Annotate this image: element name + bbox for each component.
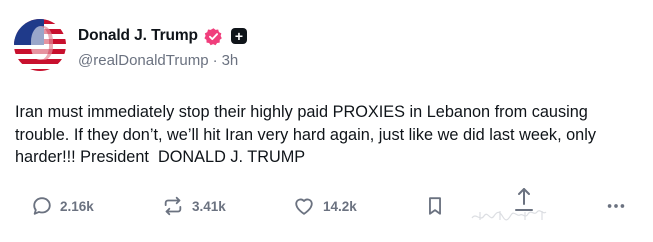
repost-count: 3.41k	[192, 198, 226, 214]
avatar[interactable]	[14, 19, 66, 71]
watermark-scribble	[471, 210, 547, 221]
more-options-button[interactable]	[604, 192, 628, 220]
plus-badge-icon: +	[230, 28, 247, 44]
author-display-name[interactable]: Donald J. Trump	[78, 27, 198, 45]
reply-icon	[33, 197, 51, 215]
author-handle[interactable]: @realDonaldTrump	[78, 52, 209, 69]
author-meta-row: @realDonaldTrump · 3h	[78, 52, 238, 69]
like-button[interactable]: 14.2k	[292, 192, 357, 220]
post-timestamp[interactable]: 3h	[222, 52, 239, 69]
reply-count: 2.16k	[60, 198, 94, 214]
post-card: Donald J. Trump + @realDonaldTrump · 3h …	[0, 0, 653, 242]
reply-button[interactable]: 2.16k	[31, 192, 94, 220]
like-count: 14.2k	[323, 198, 357, 214]
like-icon	[295, 198, 313, 215]
avatar-face	[31, 26, 53, 60]
meta-separator: ·	[212, 52, 218, 69]
verified-badge-icon	[204, 27, 222, 45]
bookmark-button[interactable]	[424, 192, 446, 220]
post-text: Iran must immediately stop their highly …	[15, 103, 601, 166]
bookmark-icon	[429, 197, 441, 215]
repost-icon	[164, 196, 182, 216]
more-icon	[607, 204, 625, 208]
repost-button[interactable]: 3.41k	[161, 192, 226, 220]
author-name-row: Donald J. Trump +	[78, 25, 247, 47]
